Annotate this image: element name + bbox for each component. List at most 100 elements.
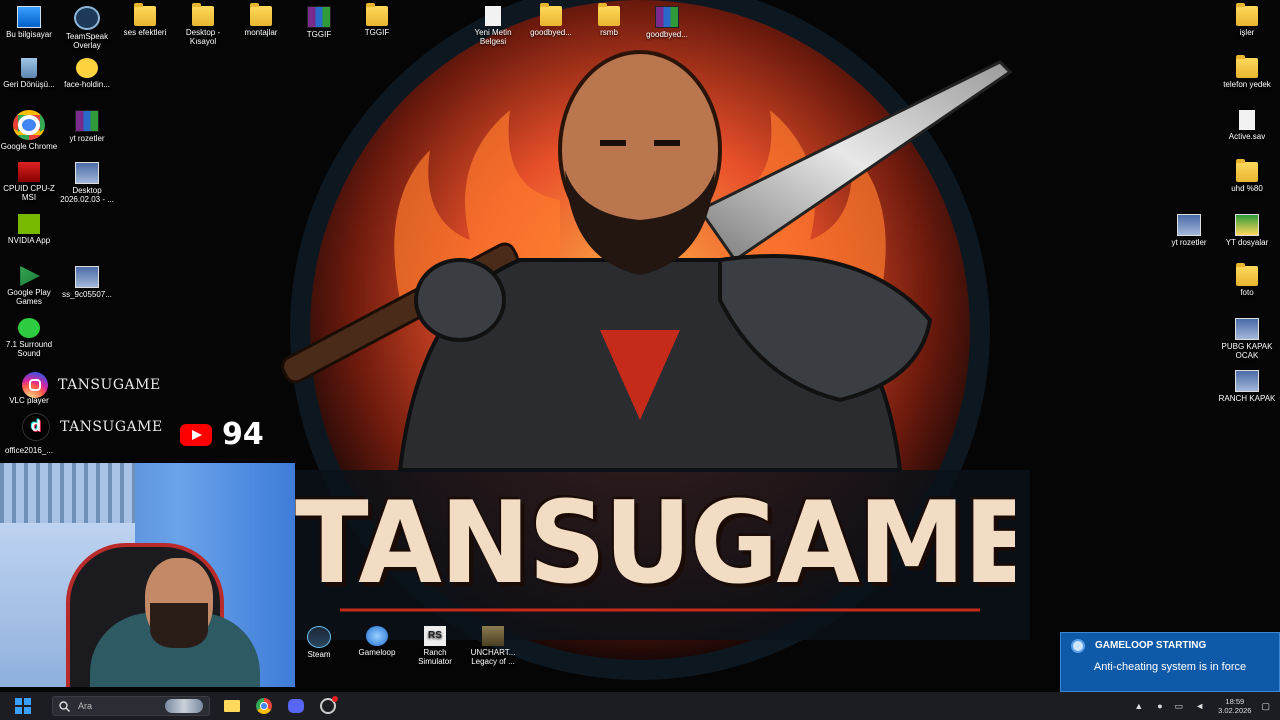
gameloop-notification[interactable]: GAMELOOP STARTING Anti-cheating system i…: [1060, 632, 1280, 692]
file-explorer-button[interactable]: [216, 692, 248, 720]
instagram-icon: [22, 372, 48, 398]
youtube-overlay: 94: [180, 417, 264, 452]
taskbar-search[interactable]: Ara: [52, 696, 210, 716]
cpuz-icon: [18, 162, 40, 182]
desktop-icon-google-chrome[interactable]: Google Chrome: [0, 110, 58, 151]
search-placeholder: Ara: [78, 701, 93, 711]
chrome-icon: [256, 698, 272, 714]
desktop-icon-ranch-kapak[interactable]: RANCH KAPAK: [1218, 370, 1276, 403]
file-explorer-icon: [224, 700, 240, 712]
folder-icon: [540, 3, 562, 26]
desktop-icon-ss-file[interactable]: ss_9c05507...: [58, 266, 116, 299]
desktop-icon-montajlar[interactable]: montajlar: [232, 3, 290, 37]
clock-time: 18:59: [1225, 697, 1245, 706]
folder-icon: [366, 3, 388, 26]
desktop-icon-rsmb[interactable]: rsmb: [580, 3, 638, 37]
folder-icon: [1236, 263, 1258, 286]
notification-center-icon[interactable]: ▢: [1261, 701, 1270, 712]
instagram-handle: TANSUGAME: [58, 377, 161, 393]
uncharted-icon: [482, 626, 504, 646]
desktop-icon-tggif-1[interactable]: TGGIF: [290, 6, 348, 39]
notification-message: Anti-cheating system is in force: [1093, 661, 1247, 673]
speaker-icon[interactable]: ◄: [1195, 701, 1204, 711]
desktop-icon-tggif-2[interactable]: TGGIF: [348, 3, 406, 37]
folder-icon: [1236, 55, 1258, 78]
desktop-icon-yt-dosyalar[interactable]: YT dosyalar: [1218, 214, 1276, 247]
desktop-icon-yt-rozetler[interactable]: yt rozetler: [58, 110, 116, 143]
archive-icon: [75, 110, 99, 132]
youtube-icon: [180, 423, 212, 446]
archive-icon: [655, 6, 679, 28]
desktop-icon-telefon-yedek[interactable]: telefon yedek: [1218, 55, 1276, 89]
desktop-icon-yt-rozetler-right[interactable]: yt rozetler: [1160, 214, 1218, 247]
desktop-icon-face-holding[interactable]: face-holdin...: [58, 58, 116, 89]
desktop-icon-desktop-date[interactable]: Desktop 2026.02.03 - ...: [58, 162, 116, 204]
folder-icon: [134, 3, 156, 26]
desktop-icon-uhd[interactable]: uhd %80: [1218, 159, 1276, 193]
recycle-bin-icon: [21, 58, 37, 78]
system-tray: ▲ ● ▭ ◄ 18:59 3.02.2026 ▢: [1126, 692, 1280, 720]
desktop-icon-pubg-kapak[interactable]: PUBG KAPAK OCAK: [1218, 318, 1276, 360]
tray-overflow-chevron-icon[interactable]: ▲: [1134, 701, 1143, 711]
image-file-icon: [75, 162, 99, 184]
desktop-icon-isler[interactable]: işler: [1218, 3, 1276, 37]
gameloop-icon: [1071, 639, 1085, 653]
desktop-icon-teamspeak[interactable]: TeamSpeak Overlay: [58, 6, 116, 50]
wallpaper-brand-text: TANSUGAME: [295, 477, 1015, 610]
desktop-icon-google-play[interactable]: Google Play Games: [0, 266, 58, 306]
obs-taskbar-button[interactable]: [312, 692, 344, 720]
image-file-icon: [1235, 318, 1259, 340]
folder-shortcut-icon: [192, 3, 214, 26]
desktop-icon-ses-efektleri[interactable]: ses efektleri: [116, 3, 174, 37]
folder-icon: [1236, 3, 1258, 26]
desktop-icon-geri-donusum[interactable]: Geri Dönüşü...: [0, 58, 58, 89]
windows-icon: [15, 698, 31, 714]
network-icon[interactable]: ▭: [1175, 701, 1184, 712]
notification-title: GAMELOOP STARTING: [1095, 640, 1207, 651]
webcam-overlay: [0, 463, 295, 687]
tiktok-overlay: d TANSUGAME: [22, 413, 163, 441]
tiktok-handle: TANSUGAME: [60, 419, 163, 435]
desktop-icon-ranch-simulator[interactable]: RS Ranch Simulator: [406, 626, 464, 666]
desktop-icon-cpuid[interactable]: CPUID CPU-Z MSI: [0, 162, 58, 202]
emoji-face-icon: [76, 58, 98, 78]
desktop-icon-desktop-kisayol[interactable]: Desktop - Kısayol: [174, 3, 232, 46]
tiktok-icon: d: [22, 413, 50, 441]
desktop-icon-active-sav[interactable]: Active.sav: [1218, 110, 1276, 141]
desktop-icon-yeni-metin[interactable]: Yeni Metin Belgesi: [464, 6, 522, 46]
discord-taskbar-button[interactable]: [280, 692, 312, 720]
desktop-icon-bu-bilgisayar[interactable]: Bu bilgisayar: [0, 6, 58, 39]
tray-app-icon[interactable]: ●: [1157, 701, 1162, 711]
desktop-icon-nvidia[interactable]: NVIDIA App: [0, 214, 58, 245]
surround-sound-icon: [18, 318, 40, 338]
text-document-icon: [485, 6, 501, 26]
chrome-taskbar-button[interactable]: [248, 692, 280, 720]
headset-icon: [74, 6, 100, 30]
taskbar: Ara ▲ ● ▭ ◄ 18:59 3.02.2026 ▢: [0, 692, 1280, 720]
folder-icon: [598, 3, 620, 26]
desktop-icon-foto[interactable]: foto: [1218, 263, 1276, 297]
desktop-icon-uncharted[interactable]: UNCHART... Legacy of ...: [464, 626, 522, 666]
steam-icon: [307, 626, 331, 648]
monitor-icon: [17, 6, 41, 28]
discord-icon: [288, 699, 304, 713]
search-highlight-image: [165, 699, 203, 713]
chrome-icon: [13, 110, 45, 140]
desktop-icon-gameloop[interactable]: Gameloop: [348, 626, 406, 657]
image-file-icon: [75, 266, 99, 288]
youtube-subscriber-count: 94: [222, 417, 264, 452]
nvidia-icon: [18, 214, 40, 234]
google-play-icon: [20, 266, 40, 286]
folder-icon: [1236, 159, 1258, 182]
start-button[interactable]: [0, 692, 46, 720]
instagram-overlay: TANSUGAME: [22, 372, 161, 398]
taskbar-clock[interactable]: 18:59 3.02.2026: [1218, 697, 1251, 715]
desktop-icon-goodbyed-1[interactable]: goodbyed...: [522, 3, 580, 37]
clock-date: 3.02.2026: [1218, 706, 1252, 715]
desktop-icon-surround[interactable]: 7.1 Surround Sound: [0, 318, 58, 358]
obs-icon: [320, 696, 338, 714]
ranch-simulator-icon: RS: [424, 626, 446, 646]
archive-icon: [307, 6, 331, 28]
desktop-icon-goodbyed-2[interactable]: goodbyed...: [638, 6, 696, 39]
desktop-icon-steam[interactable]: Steam: [290, 626, 348, 659]
